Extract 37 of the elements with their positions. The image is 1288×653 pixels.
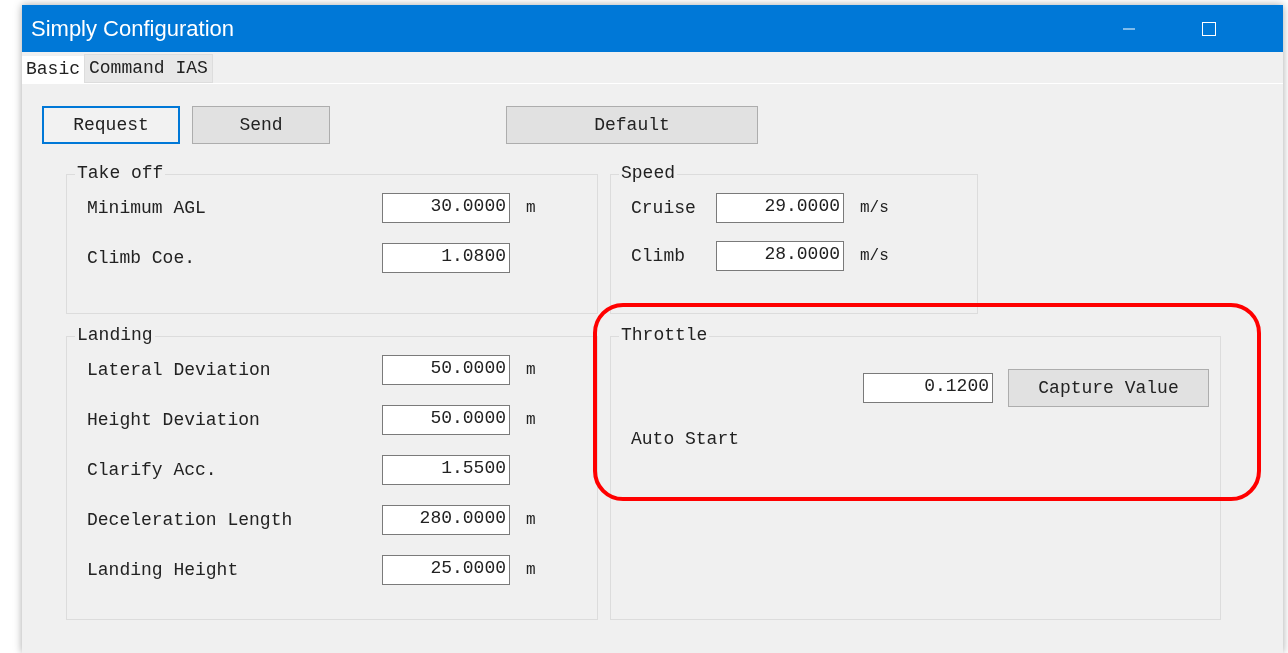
field-label: Climb Coe. [87,248,197,268]
field-label: Landing Height [87,560,240,580]
field-label: Minimum AGL [87,198,207,218]
unit-label: m [526,361,536,379]
unit-label: m/s [860,199,889,217]
tab[interactable]: Basic [22,56,84,83]
input-field[interactable]: 29.0000 [716,193,844,223]
unit-label: m [526,511,536,529]
field-label: Deceleration Length [87,510,294,530]
toolbar-button[interactable]: Send [192,106,330,144]
unit-label: m [526,199,536,217]
window-title: Simply Configuration [31,15,235,42]
group-title: Landing [75,325,155,345]
field-label: Lateral Deviation [87,360,272,380]
field-label: Height Deviation [87,410,261,430]
input-field[interactable]: 280.0000 [382,505,510,535]
input-field[interactable]: 0.1200 [863,373,993,403]
field-label: Auto Start [631,429,741,449]
input-field[interactable]: 28.0000 [716,241,844,271]
field-label: Clarify Acc. [87,460,218,480]
input-field[interactable]: 30.0000 [382,193,510,223]
field-label: Cruise [631,198,697,218]
maximize-icon[interactable] [1201,20,1217,37]
unit-label: m/s [860,247,889,265]
input-field[interactable]: 50.0000 [382,355,510,385]
tab[interactable]: Command IAS [84,54,213,83]
field-label: Climb [631,246,686,266]
toolbar-button[interactable]: Request [42,106,180,144]
toolbar-button[interactable]: Default [506,106,758,144]
input-field[interactable]: 1.0800 [382,243,510,273]
unit-label: m [526,411,536,429]
input-field[interactable]: 1.5500 [382,455,510,485]
group-title: Speed [619,163,677,183]
capture-button[interactable]: Capture Value [1008,369,1209,407]
input-field[interactable]: 50.0000 [382,405,510,435]
input-field[interactable]: 25.0000 [382,555,510,585]
unit-label: m [526,561,536,579]
